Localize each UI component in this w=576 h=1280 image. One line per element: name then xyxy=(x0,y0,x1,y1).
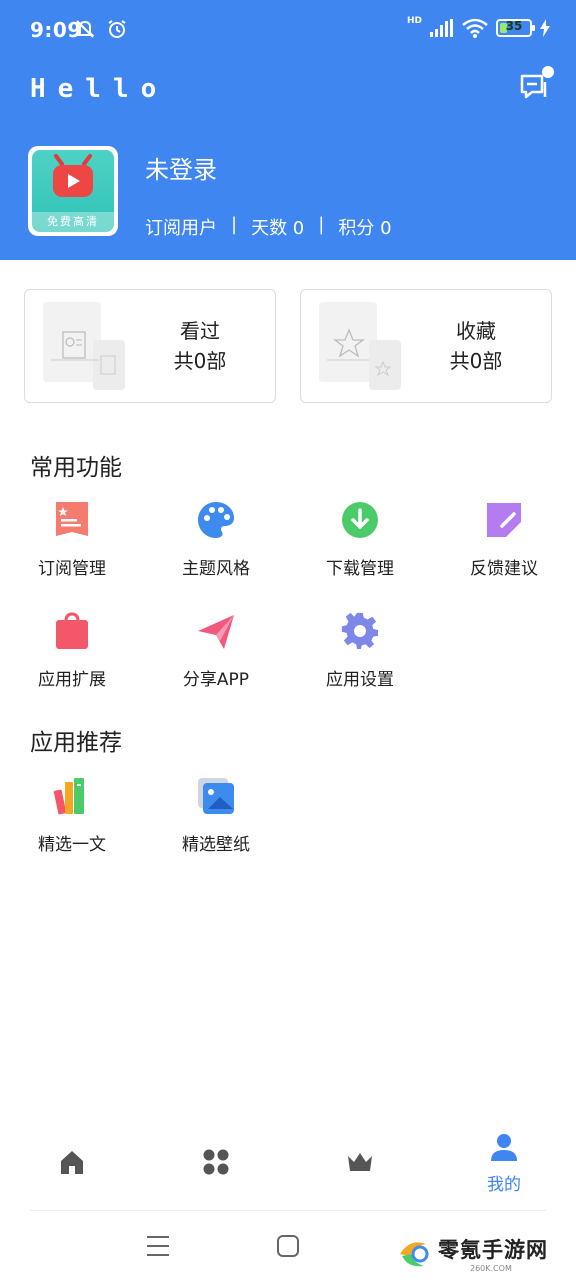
favorites-count: 共0部 xyxy=(449,349,503,373)
watched-text: 看过 共0部 xyxy=(145,316,255,376)
subscription-management-item[interactable]: 订阅管理 xyxy=(0,500,144,600)
download-management-item[interactable]: 下载管理 xyxy=(288,500,432,600)
watermark: 零氪手游网 260K.COM xyxy=(396,1232,576,1276)
grid-label: 精选壁纸 xyxy=(182,835,250,855)
app-settings-item[interactable]: 应用设置 xyxy=(288,611,432,711)
feedback-item[interactable]: 反馈建议 xyxy=(432,500,576,600)
wallpaper-icon xyxy=(198,778,234,814)
grid-label: 反馈建议 xyxy=(470,559,538,579)
grid-label: 订阅管理 xyxy=(38,559,106,579)
recommended-apps-title: 应用推荐 xyxy=(30,730,122,756)
grid-label: 分享APP xyxy=(182,670,250,690)
user-type: 订阅用户 xyxy=(145,218,217,239)
books-icon xyxy=(53,778,84,815)
message-badge-dot xyxy=(542,66,554,78)
favorites-text: 收藏 共0部 xyxy=(421,316,531,376)
nav-profile[interactable]: 我的 xyxy=(432,1128,576,1208)
tv-play-icon xyxy=(53,154,93,197)
login-status[interactable]: 未登录 xyxy=(145,150,217,185)
profile-header: 9:09 HD 35 Hello 免费高清 未登录 订阅用户 | 天数 0 | … xyxy=(0,0,576,260)
favorites-illustration-icon xyxy=(319,302,401,390)
signal-icon xyxy=(430,19,453,37)
watched-count: 共0部 xyxy=(173,349,227,373)
avatar[interactable]: 免费高清 xyxy=(28,146,118,236)
grid-label: 精选一文 xyxy=(38,835,106,855)
nav-vip[interactable] xyxy=(288,1128,432,1208)
status-right: HD 35 xyxy=(406,16,550,38)
nav-profile-label: 我的 xyxy=(487,1175,521,1195)
grid-label: 主题风格 xyxy=(182,559,250,579)
wifi-icon xyxy=(462,18,488,38)
grid-label: 应用设置 xyxy=(326,670,394,690)
battery-cap xyxy=(532,25,535,31)
theme-style-item[interactable]: 主题风格 xyxy=(144,500,288,600)
selected-articles-item[interactable]: 精选一文 xyxy=(0,776,144,876)
history-illustration-icon xyxy=(43,302,125,390)
watched-label: 看过 xyxy=(180,319,220,343)
grid-icon xyxy=(203,1149,229,1175)
shopping-bag-icon xyxy=(56,612,88,649)
avatar-logo: 免费高清 xyxy=(32,150,114,232)
favorites-card[interactable]: 收藏 共0部 xyxy=(300,289,552,403)
subscription-icon xyxy=(56,502,88,536)
avatar-tag: 免费高清 xyxy=(32,212,114,232)
favorites-label: 收藏 xyxy=(456,319,496,343)
meta-separator: | xyxy=(231,214,238,235)
common-functions-title: 常用功能 xyxy=(30,455,122,481)
bottom-navigation: 我的 xyxy=(0,1128,576,1208)
alarm-icon xyxy=(108,20,126,38)
watermark-logo-icon xyxy=(400,1242,429,1267)
nav-divider xyxy=(30,1210,546,1211)
crown-icon xyxy=(348,1153,372,1171)
messages-button[interactable] xyxy=(518,66,554,102)
network-hd-label: HD xyxy=(406,16,422,26)
watched-card[interactable]: 看过 共0部 xyxy=(24,289,276,403)
download-icon xyxy=(342,502,378,538)
meta-separator: | xyxy=(318,214,325,235)
gear-icon xyxy=(341,612,378,649)
paper-plane-icon xyxy=(198,615,234,649)
status-left-icons xyxy=(74,18,128,40)
watermark-text: 零氪手游网 xyxy=(438,1238,548,1262)
app-extension-item[interactable]: 应用扩展 xyxy=(0,611,144,711)
days-count: 天数 0 xyxy=(251,218,305,239)
nav-home[interactable] xyxy=(0,1128,144,1208)
feedback-edit-icon xyxy=(487,503,521,537)
profile-icon xyxy=(491,1134,517,1161)
grid-label: 应用扩展 xyxy=(38,670,106,690)
grid-label: 下载管理 xyxy=(326,559,394,579)
user-meta: 订阅用户 | 天数 0 | 积分 0 xyxy=(145,214,392,240)
menu-icon[interactable] xyxy=(146,1235,170,1257)
charging-icon xyxy=(540,19,550,37)
watermark-sub: 260K.COM xyxy=(470,1264,512,1273)
selected-wallpapers-item[interactable]: 精选壁纸 xyxy=(144,776,288,876)
share-app-item[interactable]: 分享APP xyxy=(144,611,288,711)
palette-icon xyxy=(198,502,234,538)
home-icon xyxy=(61,1151,83,1174)
battery-icon: 35 xyxy=(496,19,535,37)
nav-categories[interactable] xyxy=(144,1128,288,1208)
home-square-icon[interactable] xyxy=(277,1235,299,1257)
mute-notification-icon xyxy=(75,20,95,38)
app-name: Hello xyxy=(30,74,169,104)
battery-level: 35 xyxy=(505,19,523,33)
points-count: 积分 0 xyxy=(338,218,392,239)
status-bar: 9:09 HD 35 xyxy=(0,0,576,60)
